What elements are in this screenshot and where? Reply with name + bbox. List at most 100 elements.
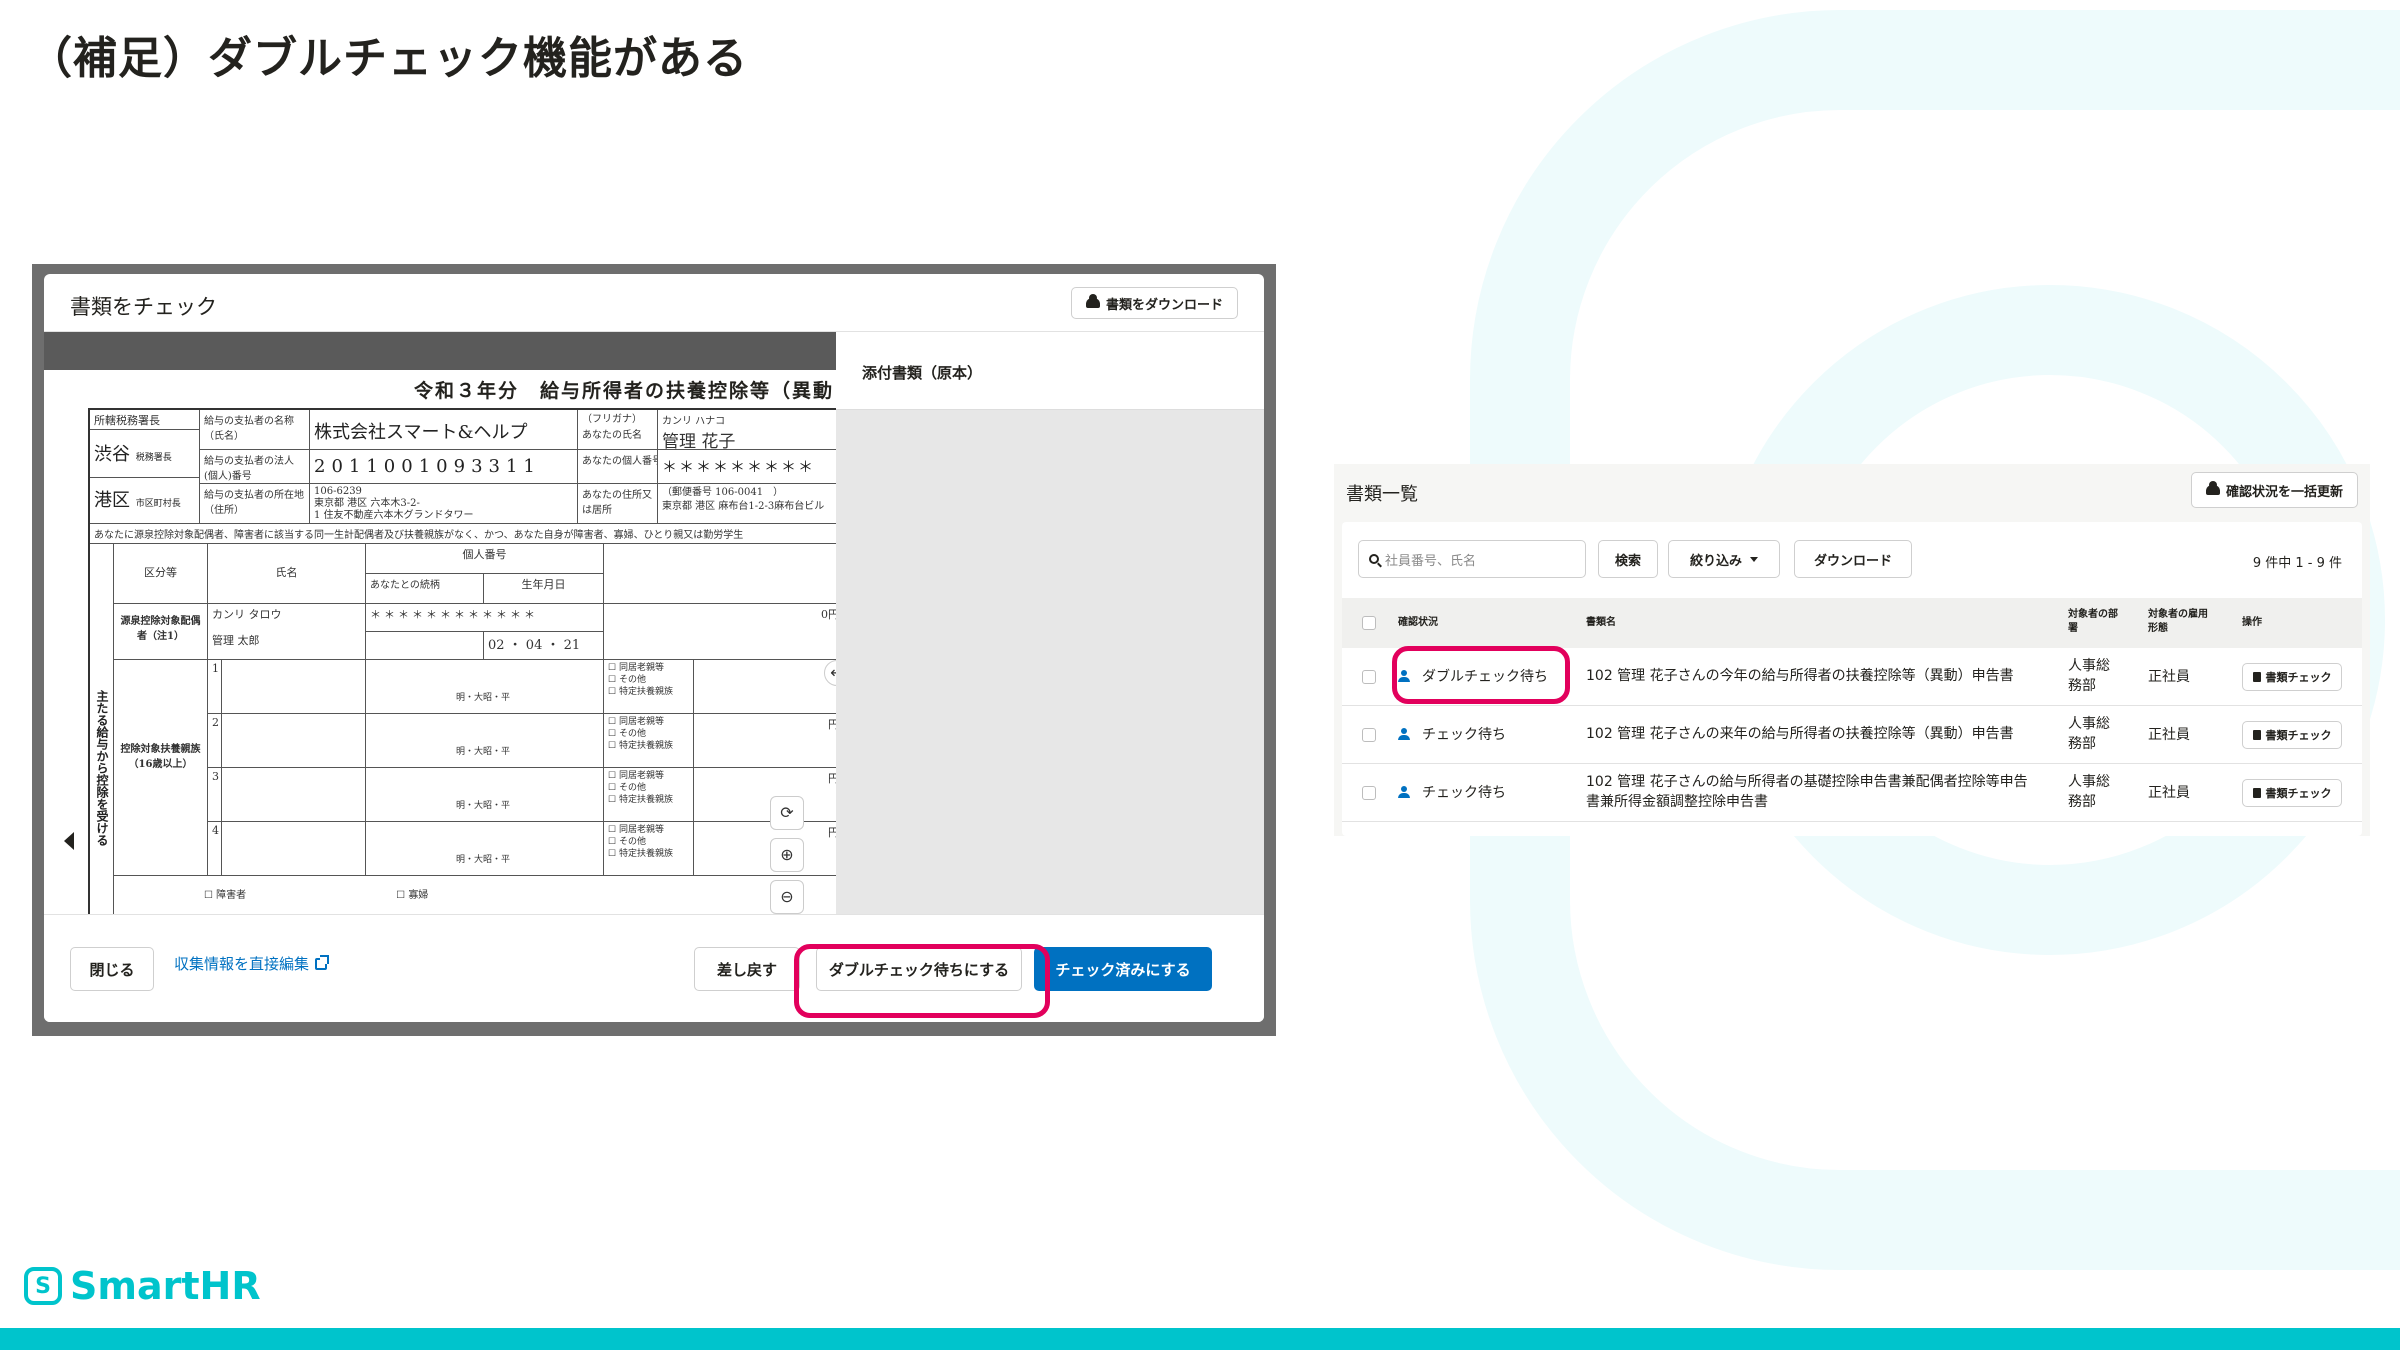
- check-document-label: 書類チェック: [2266, 727, 2332, 743]
- row-doc-name-line-1: 102 管理 花子さんの給与所得者の基礎控除申告書兼配偶者控除等申告: [1586, 772, 2028, 792]
- select-all-checkbox[interactable]: [1362, 616, 1376, 630]
- dependent-row-1-number: 1: [208, 660, 222, 714]
- dependent-row-4-flags: ☐ 同居老親等☐ その他☐ 特定扶養親族: [604, 822, 694, 876]
- bulk-update-status-label: 確認状況を一括更新: [2226, 481, 2343, 500]
- specific-label: 特定扶養親族: [619, 849, 673, 859]
- city-suffix: 市区町村長: [136, 499, 181, 509]
- category-header: 区分等: [114, 544, 208, 604]
- mark-checked-button[interactable]: チェック済みにする: [1034, 947, 1212, 991]
- row-doc-name: 102 管理 花子さんの給与所得者の基礎控除申告書兼配偶者控除等申告 書兼所得金…: [1586, 772, 2028, 812]
- row-doc-name: 102 管理 花子さんの今年の給与所得者の扶養控除等（異動）申告書: [1586, 666, 2014, 686]
- search-button[interactable]: 検索: [1598, 540, 1658, 578]
- city-name: 港区: [94, 490, 130, 511]
- row-status: チェック待ち: [1398, 724, 1506, 744]
- furigana-label: （フリガナ）: [582, 412, 653, 428]
- row-employment: 正社員: [2148, 724, 2190, 744]
- dependent-row-4-name: [222, 822, 366, 876]
- attachment-title: 添付書類（原本）: [862, 362, 982, 383]
- dependent-row-1-name: [222, 660, 366, 714]
- check-document-button[interactable]: 書類チェック: [2242, 663, 2342, 691]
- table-row[interactable]: チェック待ち 102 管理 花子さんの給与所得者の基礎控除申告書兼配偶者控除等申…: [1342, 764, 2362, 822]
- row-doc-name: 102 管理 花子さんの来年の給与所得者の扶養控除等（異動）申告書: [1586, 724, 2014, 744]
- payer-name: 株式会社スマート&ヘルプ: [310, 410, 578, 450]
- row-department-line-2: 務部: [2068, 676, 2110, 696]
- chevron-down-icon: [1750, 557, 1758, 562]
- dependent-row-1-flags: ☐ 同居老親等☐ その他☐ 特定扶養親族: [604, 660, 694, 714]
- dependent-row-4-era: 明・大昭・平: [366, 822, 604, 876]
- payer-address-line-2: 1 住友不動産六本木グランドタワー: [314, 510, 573, 522]
- cohabit-label: 同居老親等: [619, 771, 664, 781]
- row-checkbox[interactable]: [1362, 786, 1376, 800]
- external-link-icon: [315, 958, 327, 970]
- row-department: 人事総 務部: [2068, 656, 2110, 696]
- spouse-label: 源泉控除対象配偶者（注1）: [114, 604, 208, 660]
- name-header: 氏名: [208, 544, 366, 604]
- edit-collected-info-label: 収集情報を直接編集: [174, 953, 309, 974]
- your-address-value: 東京都 港区 麻布台1-2-3麻布台ビル: [662, 500, 836, 514]
- personal-number-header: 個人番号: [366, 544, 604, 574]
- document-icon: [2253, 788, 2261, 798]
- viewer-toolbar: [44, 332, 836, 370]
- side-label: 主たる給与から控除を受ける: [94, 690, 111, 846]
- attachment-header: 添付書類（原本）: [836, 332, 1264, 410]
- check-document-button[interactable]: 書類チェック: [2242, 721, 2342, 749]
- row-doc-name-line-1: 102 管理 花子さんの来年の給与所得者の扶養控除等（異動）申告書: [1586, 724, 2014, 744]
- row-employment: 正社員: [2148, 782, 2190, 802]
- document-list-title: 書類一覧: [1346, 480, 1418, 506]
- double-check-button-highlight: [794, 944, 1050, 1018]
- your-address: （郵便番号 106-0041 ）東京都 港区 麻布台1-2-3麻布台ビル: [658, 484, 836, 524]
- your-number: ＊＊＊＊＊＊＊＊＊: [658, 450, 836, 484]
- document-viewer[interactable]: 令和３年分 給与所得者の扶養控除等（異動 所轄税務署長 渋谷 税務署長 港区 市…: [44, 332, 836, 914]
- filter-button[interactable]: 絞り込み: [1668, 540, 1780, 578]
- payer-postal: 106-6239: [314, 486, 573, 498]
- payer-name-label: 給与の支払者の名称（氏名）: [200, 410, 310, 450]
- other-label: その他: [619, 837, 646, 847]
- payer-address-line-1: 東京都 港区 六本木3-2-: [314, 498, 573, 510]
- download-button[interactable]: ダウンロード: [1794, 540, 1912, 578]
- table-row[interactable]: チェック待ち 102 管理 花子さんの来年の給与所得者の扶養控除等（異動）申告書…: [1342, 706, 2362, 764]
- dependent-row-1-income: 円: [694, 660, 836, 714]
- your-address-label: あなたの住所又は居所: [578, 484, 658, 524]
- cohabit-label: 同居老親等: [619, 825, 664, 835]
- send-back-button[interactable]: 差し戻す: [694, 947, 800, 991]
- row-employment: 正社員: [2148, 666, 2190, 686]
- dependent-row-3-number: 3: [208, 768, 222, 822]
- row-department-line-2: 務部: [2068, 792, 2110, 812]
- search-placeholder: 社員番号、氏名: [1385, 550, 1476, 569]
- edit-collected-info-link[interactable]: 収集情報を直接編集: [174, 953, 327, 974]
- zoom-out-icon[interactable]: ⊖: [770, 880, 804, 914]
- tax-office-value: 渋谷 税務署長: [90, 430, 200, 478]
- dependent-row-3-era: 明・大昭・平: [366, 768, 604, 822]
- zoom-in-icon[interactable]: ⊕: [770, 838, 804, 872]
- prev-page-icon[interactable]: [64, 832, 74, 850]
- your-name-value: 管理 花子: [662, 427, 836, 450]
- check-document-modal: 書類をチェック 書類をダウンロード 令和３年分 給与所得者の扶養控除等（異動 所…: [44, 274, 1264, 1022]
- department-column-header: 対象者の部署: [2068, 608, 2124, 636]
- close-button[interactable]: 閉じる: [70, 947, 154, 991]
- bulk-update-status-button[interactable]: 確認状況を一括更新: [2191, 472, 2358, 508]
- row-checkbox[interactable]: [1362, 728, 1376, 742]
- form-grid: 所轄税務署長 渋谷 税務署長 港区 市区町村長 給与の支払者の名称（氏名） 株式…: [88, 408, 836, 914]
- doc-name-column-header: 書類名: [1586, 616, 1616, 630]
- form-heading: 令和３年分 給与所得者の扶養控除等（異動: [414, 376, 834, 403]
- payer-number-label: 給与の支払者の法人(個人)番号: [200, 450, 310, 484]
- payer-number: 2011001093311: [310, 450, 578, 484]
- dependents-label: 控除対象扶養親族（16歳以上）: [114, 660, 208, 876]
- your-name: カンリ ハナコ管理 花子: [658, 410, 836, 450]
- row-department-line-1: 人事総: [2068, 772, 2110, 792]
- specific-label: 特定扶養親族: [619, 687, 673, 697]
- row-checkbox[interactable]: [1362, 670, 1376, 684]
- check-document-button[interactable]: 書類チェック: [2242, 779, 2342, 807]
- download-document-button[interactable]: 書類をダウンロード: [1071, 287, 1238, 319]
- status-column-header: 確認状況: [1398, 616, 1438, 630]
- slide-title: （補足）ダブルチェック機能がある: [28, 22, 748, 86]
- row-doc-name-line-2: 書兼所得金額調整控除申告書: [1586, 792, 2028, 812]
- cloud-icon: [2206, 485, 2220, 495]
- search-input[interactable]: 社員番号、氏名: [1358, 540, 1586, 578]
- row-department-line-2: 務部: [2068, 734, 2110, 754]
- dependent-row-1-era: 明・大昭・平: [366, 660, 604, 714]
- payer-address-label: 給与の支払者の所在地（住所）: [200, 484, 310, 524]
- employment-column-header: 対象者の雇用形態: [2148, 608, 2212, 636]
- other-label: その他: [619, 783, 646, 793]
- rotate-icon[interactable]: ⟳: [770, 796, 804, 830]
